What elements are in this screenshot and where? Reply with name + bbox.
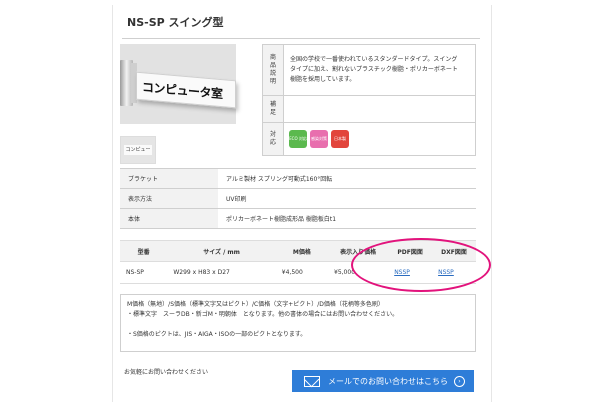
spec-label: 商品説明 <box>262 44 284 96</box>
infection-control-badge-icon: 感染対策 <box>310 130 328 148</box>
thumbnail-text: コンピュータ室 <box>124 145 152 155</box>
notes-box: M価格（無地）/S価格（標準文字又はピクト）/C価格（文字+ピクト）/D価格（花… <box>120 294 476 352</box>
spec-row-supplement: 補足 <box>262 95 476 123</box>
header-model: 型番 <box>120 240 168 262</box>
note-line <box>127 320 469 330</box>
spec-row-support: 対応 ECO 対応 感染対策 日本製 <box>262 122 476 156</box>
envelope-icon <box>304 375 320 387</box>
made-in-japan-badge-icon: 日本製 <box>331 130 349 148</box>
arrow-circle-icon: › <box>454 375 465 387</box>
spec-label: 対応 <box>262 122 284 156</box>
inquiry-text: お気軽にお問い合わせください <box>124 369 209 376</box>
description-line: 全国の学校で一番使われているスタンダードタイプ。スイング <box>290 56 458 63</box>
header-size: サイズ / mm <box>167 240 276 262</box>
header-m-price: M価格 <box>275 240 329 262</box>
spec-table: 商品説明 全国の学校で一番使われているスタンダードタイプ。スイング タイプに加え… <box>262 44 476 156</box>
description-line: 樹脂を採用しています。 <box>290 76 356 83</box>
detail-key: 表示方法 <box>120 188 218 209</box>
note-line: M価格（無地）/S価格（標準文字又はピクト）/C価格（文字+ピクト）/D価格（花… <box>127 301 384 308</box>
cell-m-price: ¥4,500 <box>275 261 329 284</box>
detail-table: ブラケット アルミ製材 スプリング可動式160°回転 表示方法 UV印刷 本体 ポリカ… <box>120 168 476 229</box>
detail-key: ブラケット <box>120 168 218 189</box>
description-line: タイプに加え、割れないプラスチック樹脂・ポリカーボネート <box>290 66 458 73</box>
cell-size: W299 x H83 x D27 <box>167 261 276 284</box>
spec-description: 全国の学校で一番使われているスタンダードタイプ。スイング タイプに加え、割れない… <box>283 44 476 96</box>
mail-button-label: メールでのお問い合わせはこちら <box>328 376 448 386</box>
spec-supplement <box>283 95 476 123</box>
detail-row: 表示方法 UV印刷 <box>120 188 476 209</box>
highlight-ellipse <box>351 238 491 292</box>
page-title: NS-SP スイング型 <box>127 16 224 29</box>
note-line: ・S価格のピクトは、JIS・AIGA・ISOの一部のピクトとなります。 <box>127 331 307 338</box>
detail-row: 本体 ポリカーボネート樹脂成形品 樹脂板白t1 <box>120 208 476 229</box>
detail-key: 本体 <box>120 208 218 229</box>
note-line: ・標準文字 スーラDB・新ゴM・明朝体 となります。他の書体の場合にはお問い合わ… <box>127 311 399 318</box>
detail-value: アルミ製材 スプリング可動式160°回転 <box>218 168 476 189</box>
mail-inquiry-button[interactable]: メールでのお問い合わせはこちら › <box>292 370 474 392</box>
detail-value: UV印刷 <box>218 188 476 209</box>
detail-value: ポリカーボネート樹脂成形品 樹脂板白t1 <box>218 208 476 229</box>
eco-badge-icon: ECO 対応 <box>289 130 307 148</box>
spec-label: 補足 <box>262 95 284 123</box>
spec-row-description: 商品説明 全国の学校で一番使われているスタンダードタイプ。スイング タイプに加え… <box>262 44 476 96</box>
spec-badges: ECO 対応 感染対策 日本製 <box>283 122 476 156</box>
detail-row: ブラケット アルミ製材 スプリング可動式160°回転 <box>120 168 476 189</box>
cell-model: NS-SP <box>120 261 168 284</box>
product-thumbnail[interactable]: コンピュータ室 <box>120 136 156 164</box>
title-divider <box>122 38 480 39</box>
